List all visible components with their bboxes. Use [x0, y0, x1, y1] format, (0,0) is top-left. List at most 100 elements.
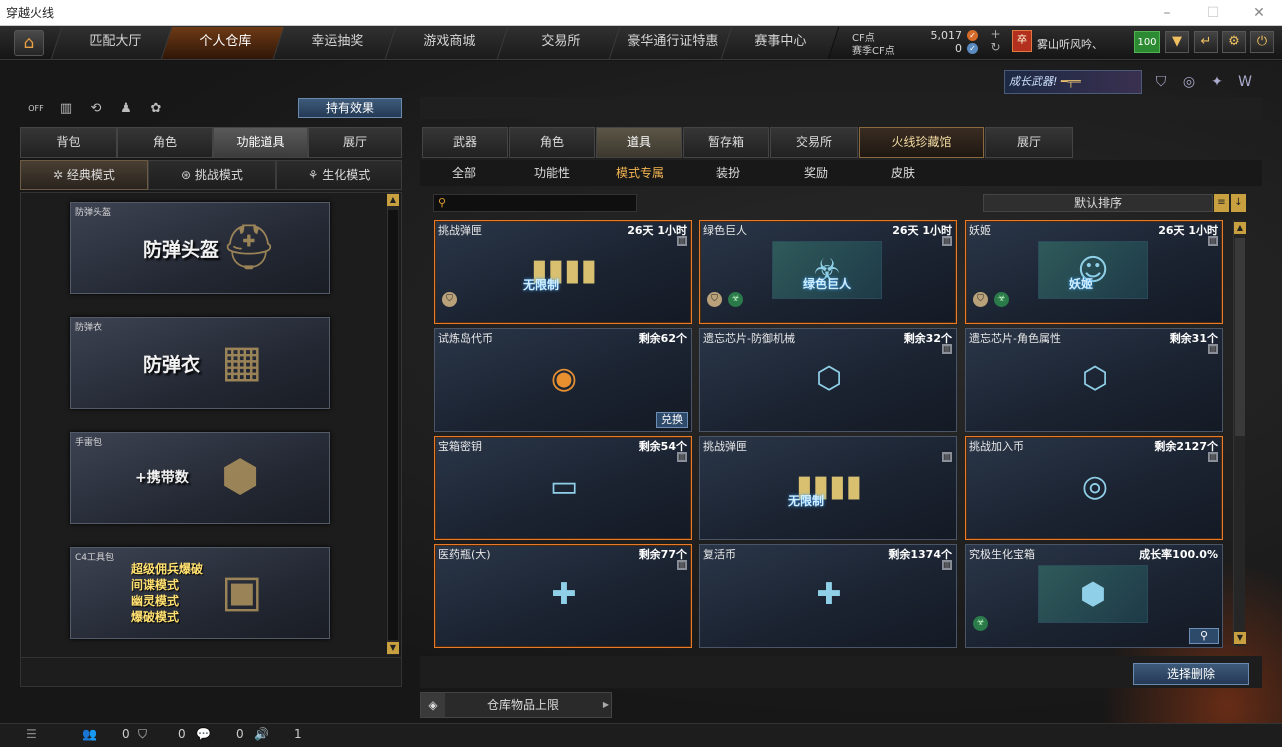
chat-icon[interactable]: 💬 — [196, 727, 211, 741]
sound-off-icon[interactable]: OFF — [24, 98, 48, 120]
item-card[interactable]: 宝箱密钥 剩余54个 ▤ ▭ — [434, 436, 692, 540]
scroll-thumb[interactable] — [388, 210, 398, 640]
mode-1[interactable]: ⊛ 挑战模式 — [148, 160, 276, 190]
inspect-search-icon[interactable]: ⚲ — [1189, 628, 1219, 644]
storage-limit-button[interactable]: ◈ 仓库物品上限 ▶ — [420, 692, 612, 718]
item-card[interactable]: 遗忘芯片-角色属性剩余31个▤▤⬡ — [965, 328, 1223, 432]
item-card[interactable]: 遗忘芯片-防御机械剩余32个▤▤⬡ — [699, 328, 957, 432]
nav-tab-5[interactable]: 豪华通行证特惠 — [608, 27, 738, 59]
right-tab-1[interactable]: 角色 — [509, 127, 595, 158]
subtab-0[interactable]: 全部 — [452, 160, 476, 186]
minimize-button[interactable]: – — [1144, 0, 1190, 26]
trash-icon[interactable]: ▤ — [942, 452, 952, 462]
left-tab-2[interactable]: 功能道具 — [213, 127, 308, 158]
item-card[interactable]: 挑战弹匣 ▤ ▮▮▮▮ 无限制 — [699, 436, 957, 540]
pass-icon[interactable]: ▼ — [1165, 31, 1189, 53]
right-tab-6[interactable]: 展厅 — [985, 127, 1073, 158]
right-tab-2[interactable]: 道具 — [596, 127, 682, 158]
right-scroll-thumb[interactable] — [1235, 238, 1245, 436]
home-icon: ⌂ — [23, 33, 35, 53]
search-input[interactable]: ⚲ — [433, 194, 637, 212]
right-tab-4[interactable]: 交易所 — [770, 127, 858, 158]
holding-effect-button[interactable]: 持有效果 — [298, 98, 402, 118]
sort-arrow-icon[interactable]: ↓ — [1231, 194, 1246, 212]
right-tab-5[interactable]: 火线珍藏馆 — [859, 127, 984, 158]
shield-badge-icon[interactable]: ⛉ — [1150, 72, 1172, 92]
list-view-icon[interactable]: ≡ — [1214, 194, 1229, 212]
character-icon[interactable]: ♟ — [114, 98, 138, 120]
player-name[interactable]: 雾山听风吟、 — [1037, 36, 1103, 52]
maximize-button[interactable]: ☐ — [1190, 0, 1236, 26]
stats-icon[interactable]: ▥ — [54, 98, 78, 120]
nav-tab-3[interactable]: 游戏商城 — [384, 27, 514, 59]
scroll-down-icon[interactable]: ▼ — [387, 642, 399, 654]
home-button[interactable]: ⌂ — [14, 30, 44, 56]
trash-icon[interactable]: ▤ — [942, 560, 952, 570]
nav-tab-0[interactable]: 匹配大厅 — [50, 27, 180, 59]
item-image: ◎ — [1050, 457, 1140, 515]
item-image: ◉ — [519, 349, 609, 407]
rank-icon: 卒 — [1012, 30, 1032, 52]
trash-icon[interactable]: ▤ — [677, 560, 687, 570]
left-card-1[interactable]: 防弹衣 ▦ 防弹衣 — [70, 317, 330, 409]
card-caption: 手雷包 — [75, 438, 103, 448]
wand-badge-icon[interactable]: ✦ — [1206, 72, 1228, 92]
volume-icon[interactable]: 🔊 — [254, 727, 269, 741]
power-icon[interactable]: ⏻ — [1250, 31, 1274, 53]
nav-tab-1[interactable]: 个人仓库 — [160, 27, 290, 59]
item-card[interactable]: 复活币 剩余1374个 ▤ ✚ — [699, 544, 957, 648]
menu-icon[interactable]: ☰ — [26, 727, 37, 741]
mode-0[interactable]: ✲ 经典模式 — [20, 160, 148, 190]
friends-icon[interactable]: 👥 — [82, 727, 97, 741]
trash-icon[interactable]: ▤ — [677, 236, 687, 246]
nav-tab-6[interactable]: 赛事中心 — [720, 27, 840, 59]
growth-weapon-banner[interactable]: 成长武器! ━╤═ — [1004, 70, 1142, 94]
item-card[interactable]: 究极生化宝箱 成长率100.0% ⬢ ☣ ⚲ — [965, 544, 1223, 648]
left-tab-3[interactable]: 展厅 — [308, 127, 402, 158]
left-tab-0[interactable]: 背包 — [20, 127, 117, 158]
history-icon[interactable]: ⟲ — [84, 98, 108, 120]
back-icon[interactable]: ↵ — [1194, 31, 1218, 53]
scroll-up-icon[interactable]: ▲ — [387, 194, 399, 206]
item-card[interactable]: 妖姬 26天 1小时 ▤ ☺ 妖姬 ⛉ ☣ — [965, 220, 1223, 324]
trash-icon[interactable]: ▤ — [942, 236, 952, 246]
trash-icon[interactable]: ▤ — [1208, 452, 1218, 462]
trash-icon[interactable]: ▤ — [677, 452, 687, 462]
left-card-3[interactable]: C4工具包 ▣ 超级佣兵爆破 间谍模式 幽灵模式 爆破模式 — [70, 547, 330, 639]
mode-2[interactable]: ⚘ 生化模式 — [276, 160, 402, 190]
sort-dropdown[interactable]: 默认排序 — [983, 194, 1213, 212]
globe-badge-icon[interactable]: ◎ — [1178, 72, 1200, 92]
clan-icon[interactable]: ⛉ — [138, 727, 147, 742]
item-card[interactable]: 绿色巨人 26天 1小时 ▤ ☣ 绿色巨人 ⛉ ☣ — [699, 220, 957, 324]
subtab-4[interactable]: 奖励 — [804, 160, 828, 186]
left-card-0[interactable]: 防弹头盔 ⛑ 防弹头盔 — [70, 202, 330, 294]
trash-icon[interactable]: ▤ — [1208, 236, 1218, 246]
trash-icon[interactable]: ▤ — [942, 344, 952, 354]
select-delete-button[interactable]: 选择删除 — [1133, 663, 1249, 685]
nav-tab-4[interactable]: 交易所 — [496, 27, 626, 59]
pouch-icon[interactable]: ✿ — [144, 98, 168, 120]
trash-icon[interactable]: ▤ — [1208, 344, 1218, 354]
subtab-5[interactable]: 皮肤 — [891, 160, 915, 186]
wings-badge-icon[interactable]: W — [1234, 72, 1256, 92]
right-scroll-up-icon[interactable]: ▲ — [1234, 222, 1246, 234]
right-tab-0[interactable]: 武器 — [422, 127, 508, 158]
recharge-plus-icon[interactable]: + — [990, 28, 1001, 40]
left-card-2[interactable]: 手雷包 ⬢ +携带数 — [70, 432, 330, 524]
right-scroll-down-icon[interactable]: ▼ — [1234, 632, 1246, 644]
subtab-3[interactable]: 装扮 — [716, 160, 740, 186]
subtab-1[interactable]: 功能性 — [534, 160, 570, 186]
nav-tab-2[interactable]: 幸运抽奖 — [272, 27, 402, 59]
item-card[interactable]: 试炼岛代币剩余62个▤◉兑换 — [434, 328, 692, 432]
settings-gear-icon[interactable]: ⚙ — [1222, 31, 1246, 53]
item-card[interactable]: 挑战加入币 剩余2127个 ▤ ◎ — [965, 436, 1223, 540]
refresh-icon[interactable]: ↻ — [990, 41, 1001, 53]
subtab-2[interactable]: 模式专属 — [616, 160, 664, 186]
card-title: +携带数 — [135, 470, 189, 486]
left-tab-1[interactable]: 角色 — [117, 127, 213, 158]
item-card[interactable]: 医药瓶(大) 剩余77个 ▤ ✚ — [434, 544, 692, 648]
close-button[interactable]: ✕ — [1236, 0, 1282, 26]
item-card[interactable]: 挑战弹匣 26天 1小时 ▤ ▮▮▮▮ 无限制 ⛉ — [434, 220, 692, 324]
right-tab-3[interactable]: 暂存箱 — [683, 127, 769, 158]
exchange-button[interactable]: 兑换 — [656, 412, 688, 428]
